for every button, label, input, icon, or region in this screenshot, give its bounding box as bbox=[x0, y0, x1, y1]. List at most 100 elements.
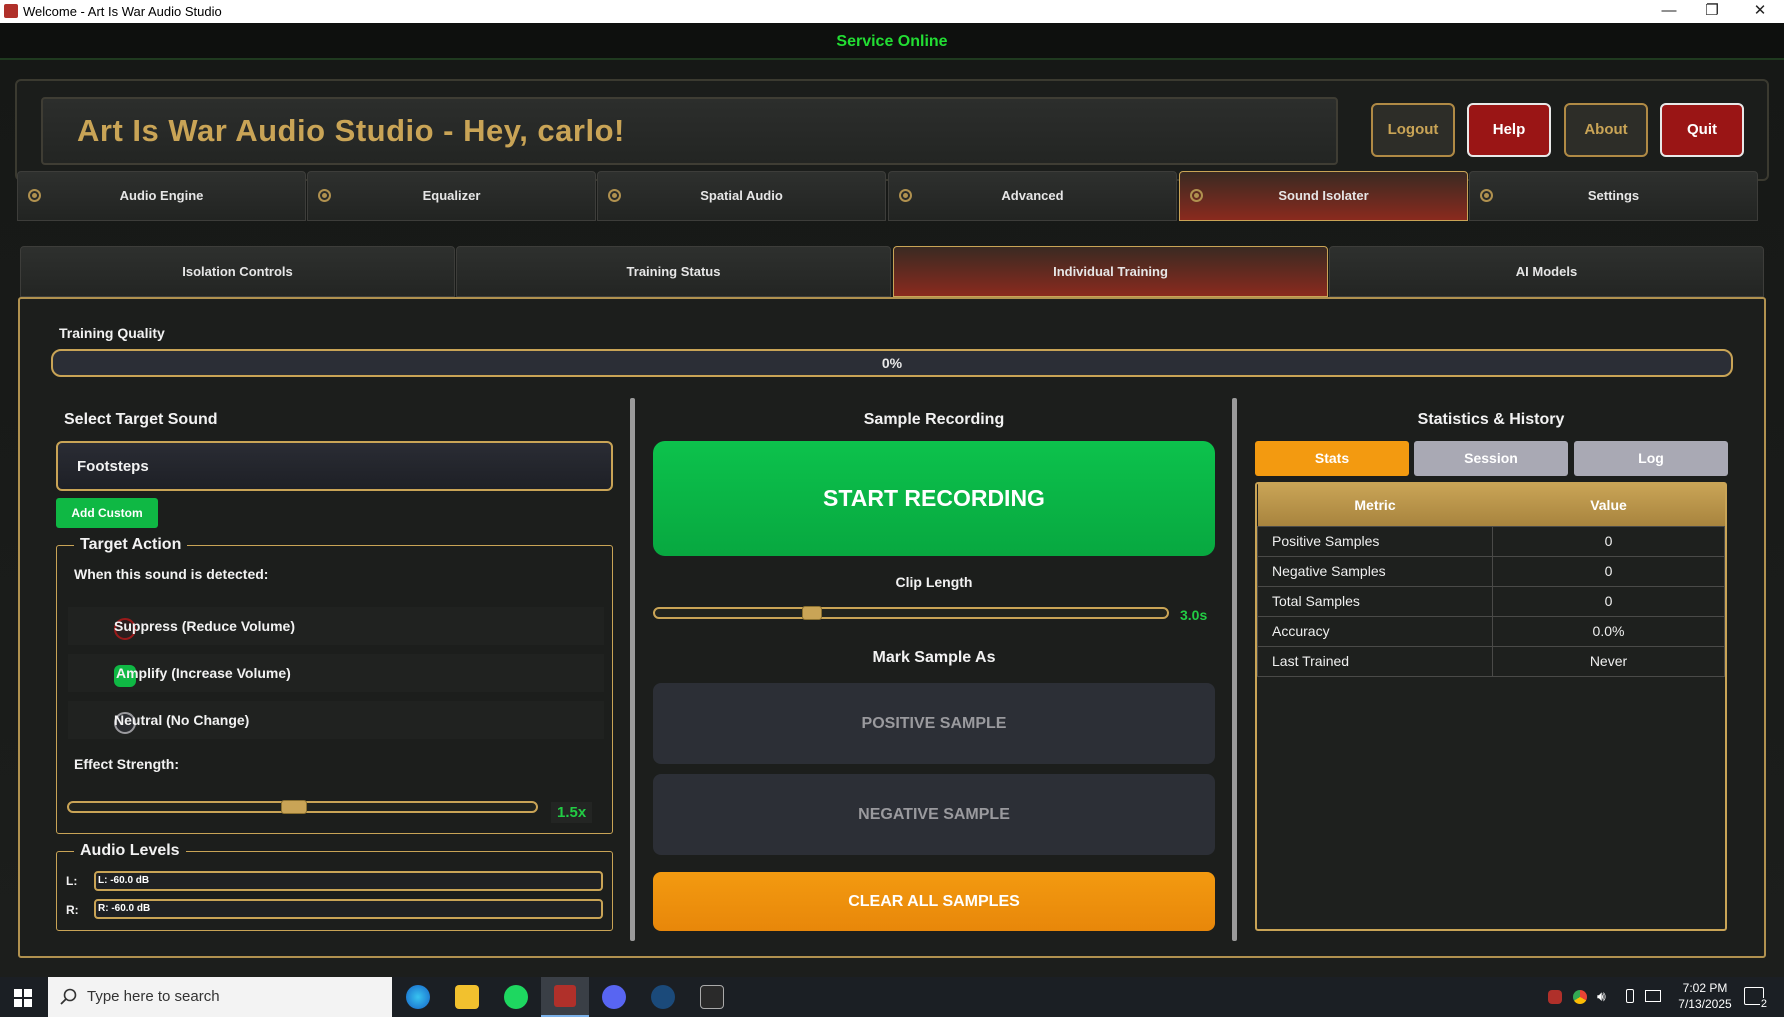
notifications-icon[interactable]: 2 bbox=[1744, 987, 1768, 1010]
notification-count: 2 bbox=[1759, 998, 1768, 1010]
target-action-title: Target Action bbox=[74, 536, 188, 554]
add-custom-button[interactable]: Add Custom bbox=[56, 498, 158, 528]
tab-log[interactable]: Log bbox=[1574, 441, 1728, 476]
chrome-icon[interactable] bbox=[1573, 990, 1587, 1004]
clear-all-samples-button[interactable]: CLEAR ALL SAMPLES bbox=[653, 872, 1215, 931]
quit-button[interactable]: Quit bbox=[1660, 103, 1744, 157]
minimize-button[interactable]: — bbox=[1646, 0, 1692, 23]
audio-levels-group bbox=[56, 851, 613, 931]
option-label: Neutral (No Change) bbox=[114, 712, 250, 728]
file-explorer-icon[interactable] bbox=[455, 985, 479, 1009]
window-titlebar: Welcome - Art Is War Audio Studio — ❐ ✕ bbox=[0, 0, 1784, 23]
tab-session[interactable]: Session bbox=[1414, 441, 1568, 476]
clock-time: 7:02 PM bbox=[1682, 981, 1728, 995]
sample-recording-title: Sample Recording bbox=[863, 411, 1005, 428]
tab-audio-engine[interactable]: Audio Engine bbox=[17, 171, 306, 221]
subtab-ai-models[interactable]: AI Models bbox=[1329, 246, 1764, 297]
radio-icon bbox=[899, 189, 912, 202]
header-panel: Art Is War Audio Studio - Hey, carlo! Lo… bbox=[15, 79, 1769, 181]
app-title: Art Is War Audio Studio - Hey, carlo! bbox=[77, 113, 625, 148]
mark-sample-label: Mark Sample As bbox=[872, 649, 996, 666]
tab-settings[interactable]: Settings bbox=[1469, 171, 1758, 221]
option-suppress[interactable]: Suppress (Reduce Volume) bbox=[68, 607, 604, 645]
metric-cell: Positive Samples bbox=[1257, 525, 1493, 557]
tab-advanced[interactable]: Advanced bbox=[888, 171, 1177, 221]
spotify-icon[interactable] bbox=[504, 985, 528, 1009]
radio-icon bbox=[318, 189, 331, 202]
right-level-meter: R: -60.0 dB bbox=[94, 899, 603, 919]
volume-icon[interactable]: 🔊︎ bbox=[1597, 988, 1606, 1005]
clock[interactable]: 7:02 PM 7/13/2025 bbox=[1670, 977, 1740, 1011]
clip-length-handle[interactable] bbox=[801, 606, 822, 620]
option-amplify[interactable]: Amplify (Increase Volume) bbox=[68, 654, 604, 692]
audio-studio-icon bbox=[554, 985, 576, 1007]
clip-length-slider[interactable] bbox=[653, 607, 1169, 619]
search-placeholder: Type here to search bbox=[87, 988, 220, 1005]
service-status: Service Online bbox=[0, 23, 1784, 60]
edge-icon[interactable] bbox=[406, 985, 430, 1009]
app-title-box: Art Is War Audio Studio - Hey, carlo! bbox=[41, 97, 1338, 165]
option-neutral[interactable]: Neutral (No Change) bbox=[68, 701, 604, 739]
value-cell: 0 bbox=[1492, 525, 1725, 557]
tab-spatial-audio[interactable]: Spatial Audio bbox=[597, 171, 886, 221]
network-icon[interactable] bbox=[1645, 990, 1661, 1002]
value-cell: Never bbox=[1492, 645, 1725, 677]
logout-button[interactable]: Logout bbox=[1371, 103, 1455, 157]
metric-cell: Total Samples bbox=[1257, 585, 1493, 617]
active-app-slot[interactable] bbox=[541, 977, 589, 1017]
help-button[interactable]: Help bbox=[1467, 103, 1551, 157]
app-icon bbox=[4, 4, 18, 18]
radio-icon bbox=[1480, 189, 1493, 202]
battery-icon[interactable] bbox=[1626, 989, 1634, 1003]
tab-label: Equalizer bbox=[422, 188, 481, 203]
column-header-value: Value bbox=[1492, 484, 1725, 526]
start-recording-button[interactable]: START RECORDING bbox=[653, 441, 1215, 556]
tab-stats[interactable]: Stats bbox=[1255, 441, 1409, 476]
training-quality-bar: 0% bbox=[51, 349, 1733, 377]
selected-sound: Footsteps bbox=[77, 458, 149, 475]
table-row: Accuracy 0.0% bbox=[1257, 615, 1725, 647]
divider-left[interactable] bbox=[630, 398, 635, 941]
tab-equalizer[interactable]: Equalizer bbox=[307, 171, 596, 221]
right-channel-label: R: bbox=[66, 903, 79, 917]
divider-right[interactable] bbox=[1232, 398, 1237, 941]
clock-date: 7/13/2025 bbox=[1678, 997, 1732, 1011]
clip-length-value: 3.0s bbox=[1180, 607, 1208, 623]
target-sound-select[interactable]: Footsteps bbox=[56, 441, 613, 491]
steam-icon[interactable] bbox=[651, 985, 675, 1009]
tab-sound-isolater[interactable]: Sound Isolater bbox=[1179, 171, 1468, 221]
effect-strength-handle[interactable] bbox=[280, 800, 307, 814]
subtab-isolation-controls[interactable]: Isolation Controls bbox=[20, 246, 455, 297]
option-label: Amplify (Increase Volume) bbox=[116, 665, 291, 681]
restore-button[interactable]: ❐ bbox=[1689, 0, 1735, 23]
tab-label: Audio Engine bbox=[119, 188, 204, 203]
tab-label: Sound Isolater bbox=[1278, 188, 1369, 203]
tray-app-icon[interactable] bbox=[1548, 990, 1562, 1004]
tab-label: Spatial Audio bbox=[700, 188, 783, 203]
negative-sample-button[interactable]: NEGATIVE SAMPLE bbox=[653, 774, 1215, 855]
training-quality-label: Training Quality bbox=[59, 325, 165, 341]
positive-sample-button[interactable]: POSITIVE SAMPLE bbox=[653, 683, 1215, 764]
epic-games-icon[interactable] bbox=[700, 985, 724, 1009]
about-button[interactable]: About bbox=[1564, 103, 1648, 157]
effect-strength-value: 1.5x bbox=[551, 802, 593, 823]
metric-cell: Last Trained bbox=[1257, 645, 1493, 677]
windows-taskbar: Type here to search 🔊︎ 7:02 PM 7/13/2025… bbox=[0, 977, 1784, 1017]
value-cell: 0 bbox=[1492, 585, 1725, 617]
subtab-training-status[interactable]: Training Status bbox=[456, 246, 891, 297]
value-cell: 0 bbox=[1492, 555, 1725, 587]
table-row: Positive Samples 0 bbox=[1257, 525, 1725, 557]
discord-icon[interactable] bbox=[602, 985, 626, 1009]
tab-label: Advanced bbox=[1001, 188, 1064, 203]
left-channel-label: L: bbox=[66, 874, 78, 888]
value-cell: 0.0% bbox=[1492, 615, 1725, 647]
audio-levels-title: Audio Levels bbox=[74, 842, 186, 860]
taskbar-search[interactable]: Type here to search bbox=[48, 977, 392, 1017]
effect-strength-label: Effect Strength: bbox=[74, 756, 179, 772]
column-header-metric: Metric bbox=[1257, 484, 1493, 526]
windows-start-icon[interactable] bbox=[14, 989, 32, 1007]
metric-cell: Accuracy bbox=[1257, 615, 1493, 647]
close-window-button[interactable]: ✕ bbox=[1737, 0, 1783, 23]
subtab-individual-training[interactable]: Individual Training bbox=[893, 246, 1328, 297]
tab-label: Settings bbox=[1587, 188, 1640, 203]
